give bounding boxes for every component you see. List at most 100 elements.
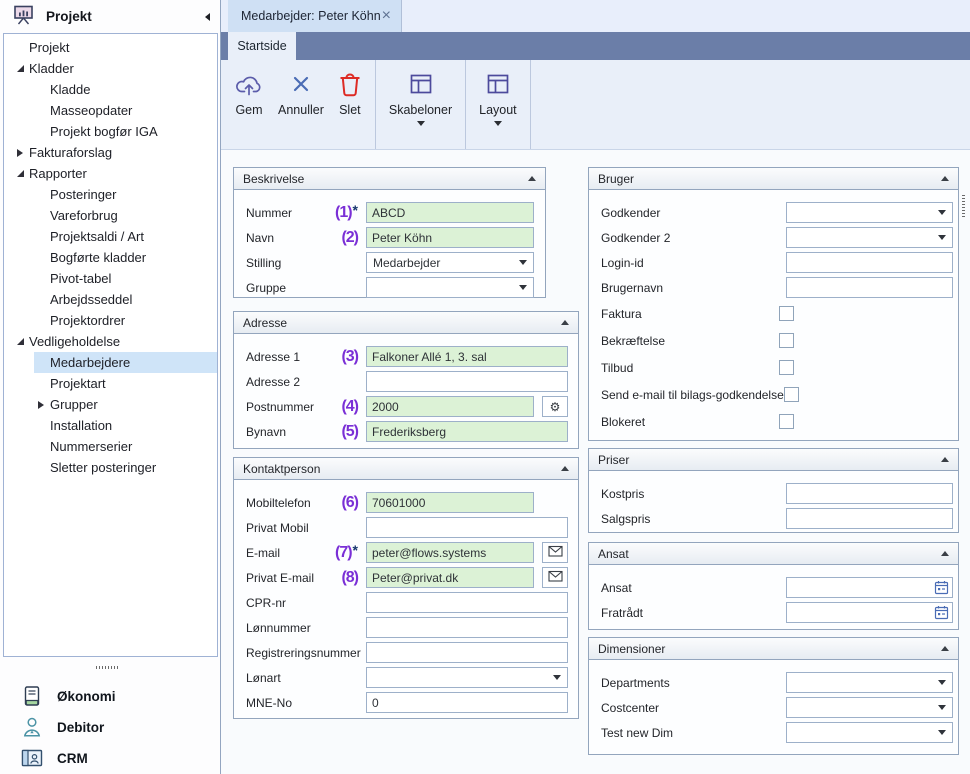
sidebar-item-projektart[interactable]: Projektart [4, 373, 217, 394]
collapse-section-icon[interactable] [941, 457, 949, 462]
privat-email-input[interactable] [366, 567, 534, 588]
stilling-combo[interactable]: Medarbejder [366, 252, 534, 273]
bekraeftelse-checkbox[interactable] [779, 333, 794, 348]
blokeret-checkbox[interactable] [779, 414, 794, 429]
gem-button[interactable]: Gem [227, 60, 271, 149]
section-header-bruger[interactable]: Bruger [589, 168, 958, 190]
mne-input[interactable] [366, 692, 568, 713]
sidebar-item-medarbejdere[interactable]: Medarbejdere [4, 352, 217, 373]
collapse-sidebar-icon[interactable] [205, 13, 210, 21]
sidebar-item-posteringer[interactable]: Posteringer [4, 184, 217, 205]
sidebar-item-fakturaforslag[interactable]: Fakturaforslag [4, 142, 217, 163]
lonnummer-input[interactable] [366, 617, 568, 638]
close-icon[interactable]: × [382, 8, 391, 24]
collapse-section-icon[interactable] [941, 176, 949, 181]
section-title: Ansat [598, 547, 629, 561]
annotation-number: (7) [335, 545, 352, 561]
splitter-handle[interactable] [962, 195, 965, 217]
adresse1-input[interactable] [366, 346, 568, 367]
privat-mobil-input[interactable] [366, 517, 568, 538]
send-email-godkendelse-checkbox[interactable] [784, 387, 799, 402]
sidebar-item-crm[interactable]: CRM [0, 743, 220, 773]
sidebar-item-kladde[interactable]: Kladde [4, 79, 217, 100]
sidebar-item-okonomi[interactable]: Økonomi [0, 681, 220, 711]
brugernavn-input[interactable] [786, 277, 953, 298]
collapse-section-icon[interactable] [941, 646, 949, 651]
sidebar-item-bogforte-kladder[interactable]: Bogførte kladder [4, 247, 217, 268]
send-email-button[interactable] [542, 542, 568, 563]
toolbar-separator [375, 60, 376, 149]
section-header-beskrivelse[interactable]: Beskrivelse [234, 168, 545, 190]
postnummer-input[interactable] [366, 396, 534, 417]
expanded-arrow-icon[interactable] [17, 65, 24, 72]
field-label: MNE-No [246, 696, 366, 710]
annotation-number: (5) [341, 424, 358, 440]
faktura-checkbox[interactable] [779, 306, 794, 321]
costcenter-combo[interactable] [786, 697, 953, 718]
annuller-button[interactable]: Annuller [271, 60, 331, 149]
nummer-input[interactable] [366, 202, 534, 223]
section-header-ansat[interactable]: Ansat [589, 543, 958, 565]
lonart-combo[interactable] [366, 667, 568, 688]
expanded-arrow-icon[interactable] [17, 338, 24, 345]
section-header-priser[interactable]: Priser [589, 449, 958, 471]
collapse-section-icon[interactable] [561, 466, 569, 471]
tree-item-label: Projekt bogfør IGA [50, 124, 158, 139]
test-new-dim-combo[interactable] [786, 722, 953, 743]
ansat-date-input[interactable] [786, 577, 953, 598]
tilbud-checkbox[interactable] [779, 360, 794, 375]
sidebar-item-installation[interactable]: Installation [4, 415, 217, 436]
sidebar-item-vedligeholdelse[interactable]: Vedligeholdelse [4, 331, 217, 352]
fratraadt-date-input[interactable] [786, 602, 953, 623]
gruppe-combo[interactable] [366, 277, 534, 298]
sidebar-item-masseopdater[interactable]: Masseopdater [4, 100, 217, 121]
splitter-handle[interactable] [96, 666, 119, 669]
salgspris-input[interactable] [786, 508, 953, 529]
collapsed-arrow-icon[interactable] [17, 149, 23, 157]
tab-startside[interactable]: Startside [228, 32, 296, 60]
godkender-combo[interactable] [786, 202, 953, 223]
login-id-input[interactable] [786, 252, 953, 273]
adresse2-input[interactable] [366, 371, 568, 392]
collapse-section-icon[interactable] [528, 176, 536, 181]
sidebar-item-arbejdsseddel[interactable]: Arbejdsseddel [4, 289, 217, 310]
checkbox-row-send-email: Send e-mail til bilags-godkendelse [589, 381, 958, 408]
collapsed-arrow-icon[interactable] [38, 401, 44, 409]
bynavn-input[interactable] [366, 421, 568, 442]
sidebar-item-nummerserier[interactable]: Nummerserier [4, 436, 217, 457]
departments-combo[interactable] [786, 672, 953, 693]
section-header-kontaktperson[interactable]: Kontaktperson [234, 458, 578, 480]
navn-input[interactable] [366, 227, 534, 248]
sidebar-item-grupper[interactable]: Grupper [4, 394, 217, 415]
registreringsnummer-input[interactable] [366, 642, 568, 663]
postnummer-lookup-button[interactable]: ⚙ [542, 396, 568, 417]
annotation-number: (2) [341, 230, 358, 246]
layout-button[interactable]: Layout [472, 60, 524, 149]
sidebar-item-projektordrer[interactable]: Projektordrer [4, 310, 217, 331]
collapse-section-icon[interactable] [941, 551, 949, 556]
sidebar-item-projektsaldi-art[interactable]: Projektsaldi / Art [4, 226, 217, 247]
sidebar-item-rapporter[interactable]: Rapporter [4, 163, 217, 184]
skabeloner-button[interactable]: Skabeloner [382, 60, 459, 149]
sidebar-item-debitor[interactable]: Debitor [0, 712, 220, 742]
calendar-icon [934, 580, 949, 595]
sidebar-item-pivot-tabel[interactable]: Pivot-tabel [4, 268, 217, 289]
send-privat-email-button[interactable] [542, 567, 568, 588]
cpr-input[interactable] [366, 592, 568, 613]
collapse-section-icon[interactable] [561, 320, 569, 325]
slet-button[interactable]: Slet [331, 60, 369, 149]
godkender2-combo[interactable] [786, 227, 953, 248]
sidebar-item-projekt[interactable]: Projekt [4, 37, 217, 58]
section-header-dimensioner[interactable]: Dimensioner [589, 638, 958, 660]
sidebar-item-sletter-posteringer[interactable]: Sletter posteringer [4, 457, 217, 478]
sidebar-item-projekt-bogfor-iga[interactable]: Projekt bogfør IGA [4, 121, 217, 142]
email-input[interactable] [366, 542, 534, 563]
field-row-email: E-mail (7)* [234, 540, 578, 565]
expanded-arrow-icon[interactable] [17, 170, 24, 177]
section-header-adresse[interactable]: Adresse [234, 312, 578, 334]
kostpris-input[interactable] [786, 483, 953, 504]
sidebar-item-vareforbrug[interactable]: Vareforbrug [4, 205, 217, 226]
mobiltelefon-input[interactable] [366, 492, 534, 513]
sidebar-item-kladder[interactable]: Kladder [4, 58, 217, 79]
document-tab[interactable]: Medarbejder: Peter Köhn × [228, 0, 402, 32]
